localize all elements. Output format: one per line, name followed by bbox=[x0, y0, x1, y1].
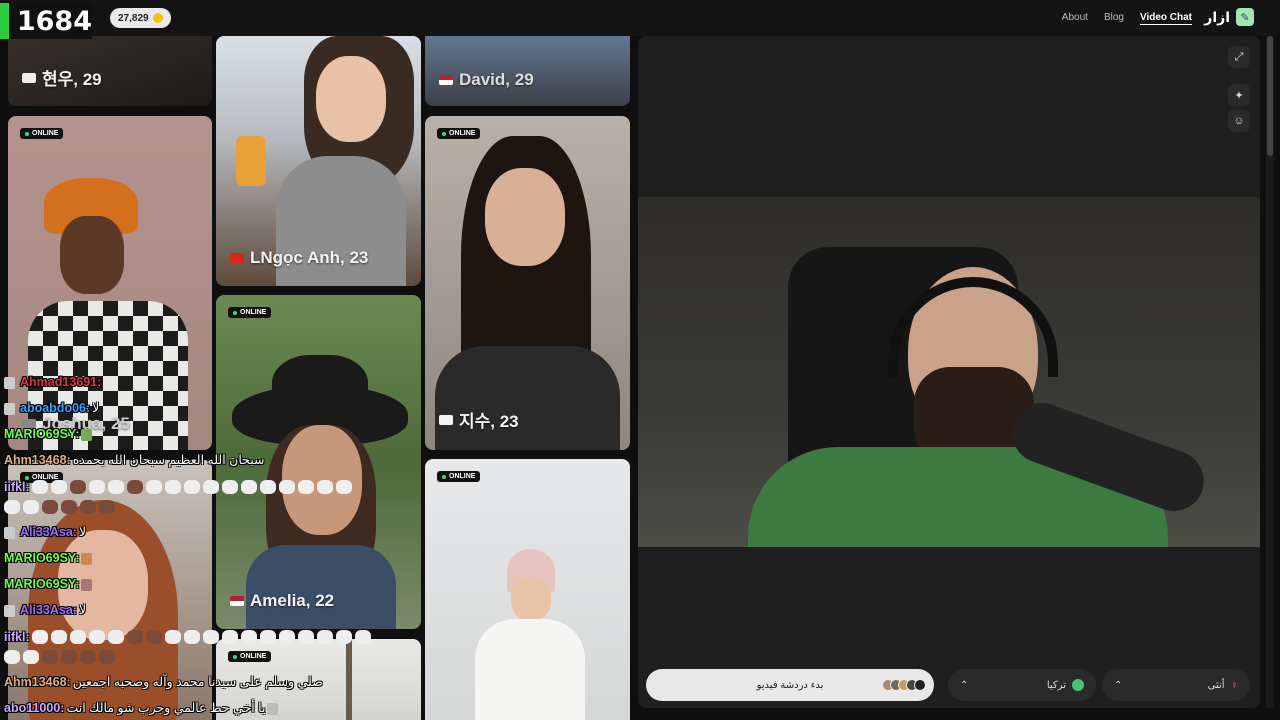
online-badge: ONLINE bbox=[228, 651, 272, 662]
chat-line: MARIO69SY: bbox=[4, 578, 95, 591]
flag-icon bbox=[230, 253, 244, 263]
chevron-up-icon: ⌃ bbox=[960, 679, 969, 691]
female-icon: ♀ bbox=[1230, 679, 1239, 691]
profile-card[interactable]: LNgọc Anh, 23 bbox=[216, 36, 421, 286]
profile-card[interactable]: ONLINE Joshua, 25 bbox=[8, 116, 212, 450]
expand-icon[interactable]: ⤢ bbox=[1228, 46, 1250, 68]
nav-blog[interactable]: Blog bbox=[1104, 12, 1124, 25]
sparkle-icon[interactable]: ✦ bbox=[1228, 84, 1250, 106]
profile-name: David, 29 bbox=[439, 70, 534, 90]
brand-name: ازار bbox=[1204, 8, 1230, 25]
chat-line: Ahm13468: سبحان الله العظيم سبحان الله بح… bbox=[4, 453, 265, 467]
start-label: بدء دردشة فيديو bbox=[756, 679, 824, 691]
chat-line: Ahm13468: صلي وسلم على سيدنا محمد وآله وص… bbox=[4, 675, 323, 689]
chat-line: Ali33Asa: لا bbox=[4, 604, 86, 617]
profile-name: 현우, 29 bbox=[22, 65, 102, 90]
country-filter-button[interactable]: ⌃ تركيا bbox=[948, 669, 1096, 701]
chat-line: aboabdo06: لا bbox=[4, 402, 99, 415]
chat-line: Ahmad13691: bbox=[4, 376, 103, 389]
profile-name: LNgọc Anh, 23 bbox=[230, 248, 368, 268]
profile-card[interactable]: ONLINE bbox=[425, 459, 630, 720]
profile-card[interactable]: ONLINE 지수, 23 bbox=[425, 116, 630, 450]
top-bar: 27,829 About Blog Video Chat ازار ✎ bbox=[0, 0, 1280, 36]
emote-row bbox=[31, 480, 352, 494]
remote-video bbox=[638, 197, 1260, 547]
profile-name: 지수, 23 bbox=[439, 407, 519, 432]
viewer-count-overlay: 1684 bbox=[0, 3, 92, 39]
page-scrollbar[interactable] bbox=[1266, 36, 1274, 708]
globe-icon bbox=[1072, 679, 1084, 691]
avatar-stack bbox=[882, 679, 926, 691]
coin-count: 27,829 bbox=[118, 12, 149, 24]
online-badge: ONLINE bbox=[20, 128, 64, 139]
gender-filter-button[interactable]: ⌃ أنثى ♀ bbox=[1102, 669, 1250, 701]
coin-icon bbox=[152, 13, 163, 23]
profile-name: Amelia, 22 bbox=[230, 591, 334, 611]
coin-balance[interactable]: 27,829 bbox=[110, 8, 171, 28]
brand-logo-icon: ✎ bbox=[1236, 8, 1254, 26]
chat-line: abo11000: يا أخي حط عالمي وجرب شو مالك ان… bbox=[4, 702, 281, 715]
chat-line: MARIO69SY: bbox=[4, 428, 95, 441]
top-nav: About Blog Video Chat bbox=[1062, 12, 1192, 25]
chat-line: iifkl: bbox=[4, 480, 352, 494]
nav-about[interactable]: About bbox=[1062, 12, 1088, 25]
online-badge: ONLINE bbox=[437, 471, 481, 482]
profile-card[interactable]: 현우, 29 bbox=[8, 36, 212, 106]
chat-line: iifkl: bbox=[4, 630, 371, 644]
flag-icon bbox=[230, 596, 244, 606]
online-badge: ONLINE bbox=[228, 307, 272, 318]
brand[interactable]: ازار ✎ bbox=[1204, 8, 1254, 26]
country-label: تركيا bbox=[1046, 679, 1066, 691]
gender-label: أنثى bbox=[1207, 679, 1225, 691]
flag-icon bbox=[439, 75, 453, 85]
start-video-chat-button[interactable]: بدء دردشة فيديو bbox=[646, 669, 934, 701]
flag-icon bbox=[439, 414, 453, 425]
nav-video-chat[interactable]: Video Chat bbox=[1139, 12, 1192, 25]
chat-line: MARIO69SY: bbox=[4, 552, 95, 565]
emote-row bbox=[31, 630, 371, 644]
profile-card[interactable]: David, 29 bbox=[425, 36, 630, 106]
chat-line: Ali33Asa: لا bbox=[4, 526, 86, 539]
chevron-up-icon: ⌃ bbox=[1114, 679, 1123, 691]
flag-icon bbox=[22, 72, 36, 83]
viewer-count: 1684 bbox=[16, 5, 92, 37]
online-badge: ONLINE bbox=[437, 128, 481, 139]
mask-icon[interactable]: ☺ bbox=[1228, 110, 1250, 132]
